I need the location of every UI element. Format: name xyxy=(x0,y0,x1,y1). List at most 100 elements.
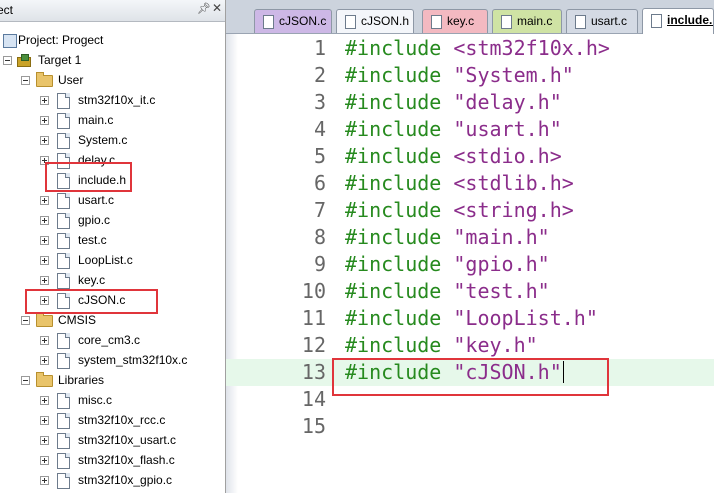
highlight-box-include-h xyxy=(45,162,132,192)
include-target: <stdlib.h> xyxy=(453,171,574,195)
expand-icon[interactable] xyxy=(40,196,49,205)
line-number: 5 xyxy=(313,144,326,168)
tree-file-item[interactable]: stm32f10x_usart.c xyxy=(0,430,225,450)
expand-icon[interactable] xyxy=(40,256,49,265)
code-area[interactable]: 1 #include <stm32f10x.h> 2 #include "System… xyxy=(226,34,714,493)
code-text: #include "LoopList.h" xyxy=(345,305,598,332)
tab-include-h[interactable]: include.h xyxy=(642,8,714,34)
tree-file-item[interactable]: stm32f10x_it.c xyxy=(0,90,225,110)
collapse-icon[interactable] xyxy=(21,76,30,85)
tree-group-user[interactable]: User xyxy=(0,70,225,90)
code-line[interactable]: 12 #include "key.h" xyxy=(226,332,714,359)
code-text: #include "test.h" xyxy=(345,278,550,305)
code-line[interactable]: 6 #include <stdlib.h> xyxy=(226,170,714,197)
code-line[interactable]: 1 #include <stm32f10x.h> xyxy=(226,35,714,62)
collapse-icon[interactable] xyxy=(21,316,30,325)
preprocessor-keyword: #include xyxy=(345,333,442,357)
close-icon[interactable]: ✕ xyxy=(212,1,222,15)
collapse-icon[interactable] xyxy=(21,376,30,385)
c-file-icon xyxy=(57,473,70,489)
tab-cjson-h[interactable]: cJSON.h xyxy=(336,9,414,33)
c-file-icon xyxy=(501,15,512,29)
code-line[interactable]: 2 #include "System.h" xyxy=(226,62,714,89)
tree-file-item[interactable]: stm32f10x_rcc.c xyxy=(0,410,225,430)
tree-file-item[interactable]: stm32f10x_flash.c xyxy=(0,450,225,470)
file-label: LoopList.c xyxy=(78,253,133,267)
line-number: 1 xyxy=(313,36,326,60)
tab-main-c[interactable]: main.c xyxy=(492,9,562,33)
include-target: "key.h" xyxy=(453,333,538,357)
expand-icon[interactable] xyxy=(40,336,49,345)
expand-icon[interactable] xyxy=(40,136,49,145)
tree-file-item[interactable]: test.c xyxy=(0,230,225,250)
highlight-box-cjson-c xyxy=(25,289,158,314)
code-text: #include "key.h" xyxy=(345,332,538,359)
line-number: 13 xyxy=(301,360,326,384)
file-label: stm32f10x_it.c xyxy=(78,93,156,107)
code-line[interactable]: 4 #include "usart.h" xyxy=(226,116,714,143)
tree-item-project[interactable]: Project: Progect xyxy=(0,30,225,50)
expand-icon[interactable] xyxy=(40,356,49,365)
tab-usart-c[interactable]: usart.c xyxy=(566,9,638,33)
tree-file-item[interactable]: core_cm3.c xyxy=(0,330,225,350)
code-line[interactable]: 10 #include "test.h" xyxy=(226,278,714,305)
file-label: usart.c xyxy=(78,193,115,207)
code-line[interactable]: 8 #include "main.h" xyxy=(226,224,714,251)
file-label: gpio.c xyxy=(78,213,111,227)
c-file-icon xyxy=(57,273,70,289)
tree-file-item[interactable]: key.c xyxy=(0,270,225,290)
file-label: misc.c xyxy=(78,393,112,407)
include-target: "System.h" xyxy=(453,63,574,87)
editor-tab-bar: cJSON.c cJSON.h key.c main.c usart.c inc… xyxy=(226,0,714,34)
preprocessor-keyword: #include xyxy=(345,171,442,195)
tree-file-item[interactable]: LoopList.c xyxy=(0,250,225,270)
code-line[interactable]: 9 #include "gpio.h" xyxy=(226,251,714,278)
expand-icon[interactable] xyxy=(40,416,49,425)
panel-title: ect xyxy=(0,3,14,17)
tree-item-target[interactable]: Target 1 xyxy=(0,50,225,70)
tree-file-item[interactable]: system_stm32f10x.c xyxy=(0,350,225,370)
code-line[interactable]: 7 #include <string.h> xyxy=(226,197,714,224)
expand-icon[interactable] xyxy=(40,216,49,225)
collapse-icon[interactable] xyxy=(3,56,12,65)
tree-group-libraries[interactable]: Libraries xyxy=(0,370,225,390)
expand-icon[interactable] xyxy=(40,236,49,245)
code-line[interactable]: 11 #include "LoopList.h" xyxy=(226,305,714,332)
line-number: 12 xyxy=(301,333,326,357)
preprocessor-keyword: #include xyxy=(345,36,442,60)
expand-icon[interactable] xyxy=(40,116,49,125)
tree-file-item[interactable]: misc.c xyxy=(0,390,225,410)
include-target: <stm32f10x.h> xyxy=(453,36,610,60)
code-line[interactable]: 5 #include <stdio.h> xyxy=(226,143,714,170)
tab-label: key.c xyxy=(447,14,475,28)
expand-icon[interactable] xyxy=(40,396,49,405)
tree-file-item[interactable]: usart.c xyxy=(0,190,225,210)
expand-icon[interactable] xyxy=(40,276,49,285)
highlight-box-line-13 xyxy=(332,358,609,396)
tree-file-item[interactable]: stm32f10x_gpio.c xyxy=(0,470,225,490)
c-file-icon xyxy=(575,15,586,29)
expand-icon[interactable] xyxy=(40,96,49,105)
tree-file-item[interactable]: gpio.c xyxy=(0,210,225,230)
code-text: #include <stm32f10x.h> xyxy=(345,35,610,62)
tab-cjson-c[interactable]: cJSON.c xyxy=(254,9,332,33)
file-label: stm32f10x_rcc.c xyxy=(78,413,166,427)
expand-icon[interactable] xyxy=(40,456,49,465)
tab-key-c[interactable]: key.c xyxy=(422,9,488,33)
expand-icon[interactable] xyxy=(40,436,49,445)
project-icon xyxy=(3,34,17,48)
include-target: <stdio.h> xyxy=(453,144,562,168)
preprocessor-keyword: #include xyxy=(345,117,442,141)
pin-icon[interactable]: 📌︎ xyxy=(197,2,211,15)
c-file-icon xyxy=(57,233,70,249)
include-target: "gpio.h" xyxy=(453,252,550,276)
c-file-icon xyxy=(57,93,70,109)
code-line[interactable]: 3 #include "delay.h" xyxy=(226,89,714,116)
tree-file-item[interactable]: System.c xyxy=(0,130,225,150)
c-file-icon xyxy=(57,253,70,269)
project-panel: ect 📌︎ ✕ Project: Progect Target 1 User … xyxy=(0,0,226,493)
code-line[interactable]: 15 xyxy=(226,413,714,440)
tab-label: cJSON.h xyxy=(361,14,410,28)
tree-file-item[interactable]: main.c xyxy=(0,110,225,130)
expand-icon[interactable] xyxy=(40,476,49,485)
